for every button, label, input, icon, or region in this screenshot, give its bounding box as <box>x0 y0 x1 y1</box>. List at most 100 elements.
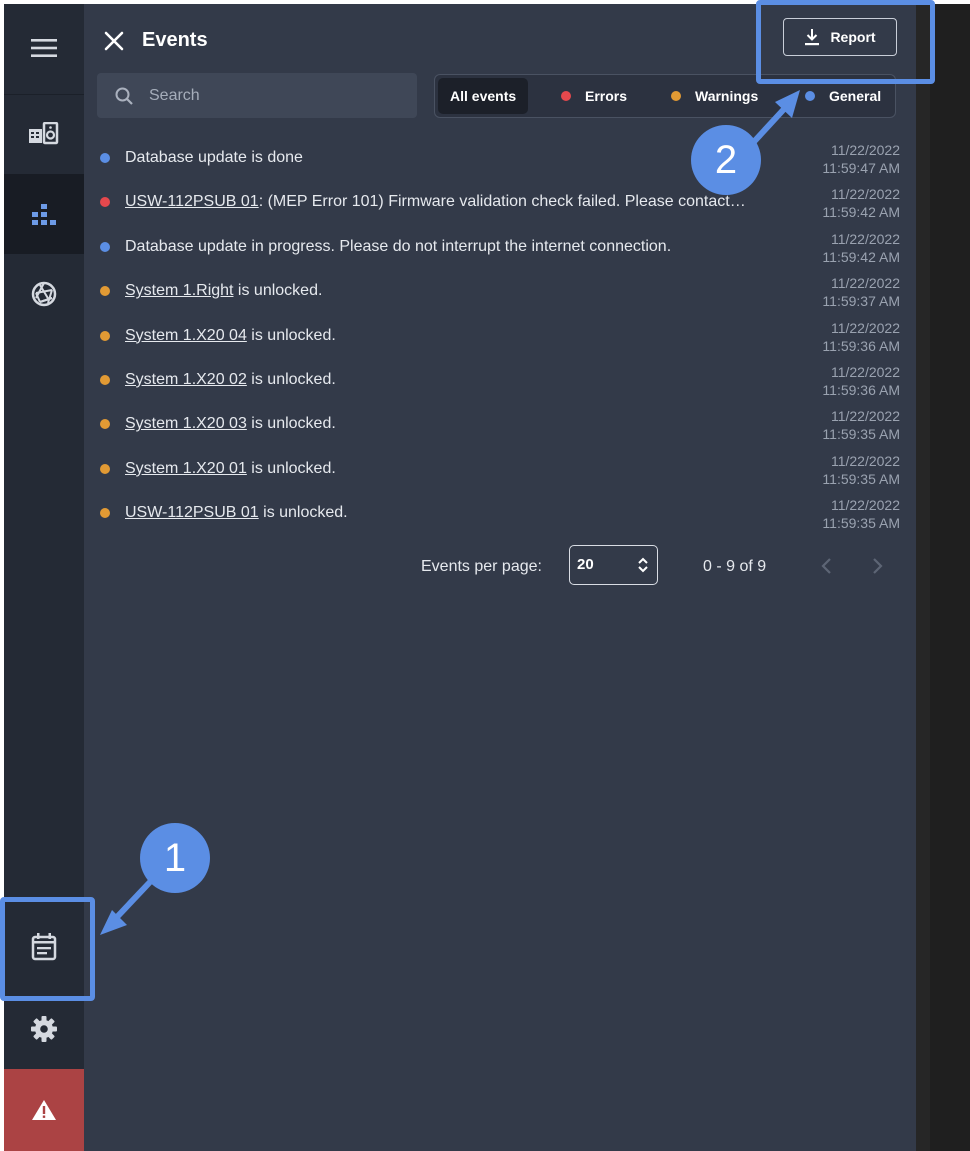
background-area <box>916 4 970 1151</box>
error-dot-icon <box>561 91 571 101</box>
event-date: 11/22/2022 <box>830 319 900 336</box>
previous-page-button[interactable] <box>820 556 834 581</box>
event-timestamp: 11/22/2022 11:59:37 AM <box>822 274 900 310</box>
chevron-left-icon <box>821 558 831 574</box>
event-time: 11:59:36 AM <box>822 337 900 354</box>
chevron-right-icon <box>873 558 883 574</box>
event-timestamp: 11/22/2022 11:59:35 AM <box>822 407 900 443</box>
event-device-link[interactable]: USW-112PSUB 01 <box>125 504 259 521</box>
filter-label: General <box>829 88 882 104</box>
event-timestamp: 11/22/2022 11:59:42 AM <box>822 230 900 266</box>
event-message: System 1.X20 02 is unlocked. <box>125 370 793 390</box>
search-input[interactable]: Search <box>97 73 417 118</box>
callout-highlight-events <box>0 897 95 1001</box>
event-device-link[interactable]: System 1.X20 03 <box>125 415 247 432</box>
event-row: System 1.X20 02 is unlocked. 11/22/2022 11… <box>96 356 900 400</box>
event-date: 11/22/2022 <box>830 452 900 469</box>
events-per-page-label: Events per page: <box>421 558 542 575</box>
warning-dot-icon <box>100 463 110 474</box>
event-text: is unlocked. <box>246 459 336 477</box>
event-message: System 1.X20 01 is unlocked. <box>125 459 793 479</box>
event-date: 11/22/2022 <box>830 230 900 247</box>
event-timestamp: 11/22/2022 11:59:42 AM <box>822 185 900 221</box>
menu-button[interactable] <box>4 24 84 72</box>
event-row: Database update is done 11/22/2022 11:59:4… <box>96 134 900 178</box>
event-message: USW-112PSUB 01: (MEP Error 101) Firmware… <box>125 192 793 212</box>
general-dot-icon <box>805 91 815 101</box>
next-page-button[interactable] <box>870 556 884 581</box>
event-timestamp: 11/22/2022 11:59:36 AM <box>822 319 900 355</box>
event-date: 11/22/2022 <box>830 497 900 514</box>
warning-dot-icon <box>100 419 110 430</box>
event-time: 11:59:35 AM <box>822 426 900 443</box>
event-row: System 1.X20 01 is unlocked. 11/22/2022 11… <box>96 445 900 489</box>
general-dot-icon <box>100 241 110 252</box>
event-device-link[interactable]: System 1.X20 01 <box>125 460 247 477</box>
event-message: Database update in progress. Please do n… <box>125 237 793 257</box>
updown-chevron-icon <box>637 556 649 579</box>
event-text: : (MEP Error 101) Firmware validation ch… <box>258 193 746 211</box>
sidebar-item-topology[interactable] <box>4 174 84 254</box>
event-row: System 1.X20 04 is unlocked. 11/22/2022 11… <box>96 312 900 356</box>
sidebar-item-alerts[interactable] <box>4 1069 84 1151</box>
menu-icon <box>31 39 57 57</box>
filter-label: All events <box>450 88 517 104</box>
error-dot-icon <box>100 197 110 208</box>
page-title: Events <box>142 29 208 51</box>
sidebar-item-settings[interactable] <box>4 989 84 1069</box>
warning-dot-icon <box>100 330 110 341</box>
event-device-link[interactable]: System 1.X20 04 <box>125 327 247 344</box>
event-message: System 1.X20 04 is unlocked. <box>125 326 793 346</box>
search-placeholder: Search <box>149 87 200 104</box>
event-device-link[interactable]: USW-112PSUB 01 <box>125 193 259 210</box>
sidebar-item-network[interactable] <box>4 254 84 334</box>
sidebar-item-devices[interactable] <box>4 94 84 174</box>
filter-all-events[interactable]: All events <box>438 78 529 114</box>
callout-badge-2: 2 <box>691 125 761 195</box>
event-text: is unlocked. <box>246 415 336 433</box>
filter-errors[interactable]: Errors <box>561 78 627 114</box>
event-time: 11:59:36 AM <box>822 382 900 398</box>
event-time: 11:59:42 AM <box>822 204 900 221</box>
event-date: 11/22/2022 <box>830 275 900 292</box>
event-row: USW-112PSUB 01 is unlocked. 11/22/2022 11:… <box>96 489 900 533</box>
event-time: 11:59:47 AM <box>822 160 900 176</box>
event-text: is unlocked. <box>246 326 336 344</box>
close-icon <box>104 31 124 51</box>
event-timestamp: 11/22/2022 11:59:47 AM <box>822 141 900 177</box>
event-time: 11:59:35 AM <box>822 515 900 532</box>
event-date: 11/22/2022 <box>830 142 900 158</box>
close-button[interactable] <box>101 28 127 54</box>
warning-dot-icon <box>671 91 681 101</box>
filter-label: Errors <box>585 88 628 104</box>
general-dot-icon <box>100 153 110 163</box>
event-text: Database update is done <box>125 149 303 166</box>
event-date: 11/22/2022 <box>830 408 900 425</box>
aperture-icon <box>31 281 57 307</box>
event-date: 11/22/2022 <box>830 364 900 380</box>
event-time: 11:59:37 AM <box>822 293 900 310</box>
event-message: System 1.Right is unlocked. <box>125 281 793 301</box>
filter-warnings[interactable]: Warnings <box>671 78 758 114</box>
pagination-range: 0 - 9 of 9 <box>703 558 767 575</box>
warning-dot-icon <box>100 375 110 385</box>
warning-icon <box>32 1100 56 1120</box>
event-text: is unlocked. <box>233 282 323 300</box>
warning-dot-icon <box>100 508 110 519</box>
callout-badge-1: 1 <box>140 823 210 893</box>
event-date: 11/22/2022 <box>830 186 900 203</box>
events-per-page-select[interactable]: 20 <box>569 545 658 585</box>
topology-icon <box>32 204 56 225</box>
event-device-link[interactable]: System 1.X20 02 <box>125 371 247 388</box>
event-text: is unlocked. <box>246 371 336 388</box>
speaker-icon <box>29 122 59 145</box>
warning-dot-icon <box>100 286 110 297</box>
events-per-page-value: 20 <box>577 556 594 573</box>
event-message: System 1.X20 03 is unlocked. <box>125 414 793 434</box>
event-device-link[interactable]: System 1.Right <box>125 282 233 299</box>
event-timestamp: 11/22/2022 11:59:35 AM <box>822 452 900 488</box>
event-text: is unlocked. <box>258 504 348 522</box>
gear-icon <box>31 1016 57 1042</box>
filter-label: Warnings <box>695 88 759 104</box>
event-time: 11:59:35 AM <box>822 470 900 487</box>
